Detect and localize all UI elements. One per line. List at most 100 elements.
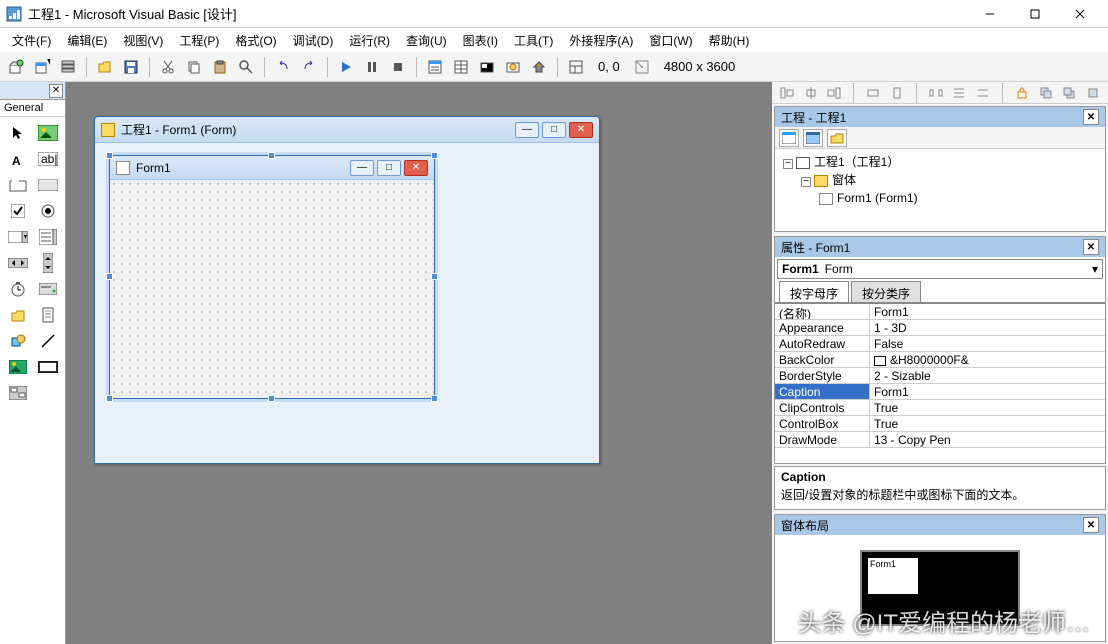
form-maximize-button[interactable]: □ [377, 160, 401, 176]
menu-project[interactable]: 工程(P) [171, 29, 227, 52]
object-browser-button[interactable] [501, 55, 525, 79]
tool-shape[interactable] [4, 329, 32, 353]
menu-format[interactable]: 格式(O) [227, 29, 284, 52]
align-left-icon[interactable] [778, 84, 796, 102]
menu-window[interactable]: 窗口(W) [641, 29, 700, 52]
tool-combobox[interactable] [4, 225, 32, 249]
order2-icon[interactable] [1060, 84, 1078, 102]
designer-close-button[interactable]: ✕ [569, 122, 593, 138]
resize-handle[interactable] [431, 395, 438, 402]
resize-handle[interactable] [268, 152, 275, 159]
property-row[interactable]: CaptionForm1 [775, 384, 1105, 400]
property-row[interactable]: (名称)Form1 [775, 304, 1105, 320]
undo-button[interactable] [271, 55, 295, 79]
find-button[interactable] [234, 55, 258, 79]
tree-project[interactable]: 工程1（工程1） [814, 155, 899, 169]
view-object-button[interactable] [803, 129, 823, 147]
toggle-folders-button[interactable] [827, 129, 847, 147]
resize-handle[interactable] [106, 152, 113, 159]
start-button[interactable] [334, 55, 358, 79]
property-row[interactable]: AutoRedrawFalse [775, 336, 1105, 352]
maximize-button[interactable] [1012, 0, 1057, 28]
menu-tools[interactable]: 工具(T) [506, 29, 561, 52]
form-layout-button[interactable] [475, 55, 499, 79]
resize-handle[interactable] [431, 273, 438, 280]
property-row[interactable]: ClipControlsTrue [775, 400, 1105, 416]
project-panel-close[interactable]: ✕ [1083, 109, 1099, 125]
tool-filelistbox[interactable] [34, 303, 62, 327]
align-right-icon[interactable] [826, 84, 844, 102]
expander-icon[interactable]: − [801, 177, 811, 187]
menu-editor-button[interactable] [56, 55, 80, 79]
property-row[interactable]: Appearance1 - 3D [775, 320, 1105, 336]
tool-ole[interactable] [4, 381, 32, 405]
add-item-button[interactable]: ▾ [30, 55, 54, 79]
project-explorer-button[interactable] [423, 55, 447, 79]
height-icon[interactable] [888, 84, 906, 102]
dropdown-icon[interactable]: ▾ [1092, 262, 1098, 276]
tool-listbox[interactable] [34, 225, 62, 249]
tab-alphabetic[interactable]: 按字母序 [779, 281, 849, 302]
tool-textbox[interactable]: ab| [34, 147, 62, 171]
tool-optionbutton[interactable] [34, 199, 62, 223]
toolbox-close-button[interactable]: ✕ [49, 84, 63, 98]
toolbox-tab-general[interactable]: General [0, 100, 65, 117]
toolbox-button[interactable] [527, 55, 551, 79]
vspace-icon[interactable] [950, 84, 968, 102]
add-project-button[interactable] [4, 55, 28, 79]
menu-run[interactable]: 运行(R) [341, 29, 398, 52]
tool-pointer[interactable] [4, 121, 32, 145]
close-button[interactable] [1057, 0, 1102, 28]
tool-frame[interactable] [4, 173, 32, 197]
property-row[interactable]: DrawMode13 - Copy Pen [775, 432, 1105, 448]
property-row[interactable]: BackColor&H8000000F& [775, 352, 1105, 368]
form-canvas[interactable]: Form1 — □ ✕ [109, 155, 435, 399]
resize-handle[interactable] [431, 152, 438, 159]
tree-form[interactable]: Form1 (Form1) [837, 191, 918, 205]
tool-hscrollbar[interactable] [4, 251, 32, 275]
tool-image[interactable] [4, 355, 32, 379]
menu-query[interactable]: 查询(U) [398, 29, 455, 52]
property-row[interactable]: BorderStyle2 - Sizable [775, 368, 1105, 384]
tool-drivelistbox[interactable] [34, 277, 62, 301]
align-center-icon[interactable] [802, 84, 820, 102]
width-icon[interactable] [864, 84, 882, 102]
redo-button[interactable] [297, 55, 321, 79]
properties-object-selector[interactable]: Form1 Form ▾ [777, 259, 1103, 279]
resize-handle[interactable] [106, 273, 113, 280]
menu-view[interactable]: 视图(V) [115, 29, 171, 52]
tab-categorized[interactable]: 按分类序 [851, 281, 921, 302]
menu-file[interactable]: 文件(F) [4, 29, 59, 52]
resize-handle[interactable] [106, 395, 113, 402]
form-minimize-button[interactable]: — [350, 160, 374, 176]
tool-commandbutton[interactable] [34, 173, 62, 197]
end-button[interactable] [386, 55, 410, 79]
properties-panel-close[interactable]: ✕ [1083, 239, 1099, 255]
paste-button[interactable] [208, 55, 232, 79]
copy-button[interactable] [182, 55, 206, 79]
designer-maximize-button[interactable]: □ [542, 122, 566, 138]
design-grid[interactable] [110, 180, 434, 398]
tool-label[interactable]: A [4, 147, 32, 171]
menu-addins[interactable]: 外接程序(A) [561, 29, 641, 52]
vspace2-icon[interactable] [974, 84, 992, 102]
order-icon[interactable] [1037, 84, 1055, 102]
expander-icon[interactable]: − [783, 159, 793, 169]
layout-form-miniature[interactable]: Form1 [868, 558, 918, 594]
menu-debug[interactable]: 调试(D) [285, 29, 342, 52]
tool-vscrollbar[interactable] [34, 251, 62, 275]
hspace-icon[interactable] [927, 84, 945, 102]
tool-picturebox[interactable] [34, 121, 62, 145]
lock-icon[interactable] [1013, 84, 1031, 102]
minimize-button[interactable] [967, 0, 1012, 28]
tree-folder[interactable]: 窗体 [832, 173, 856, 187]
form-designer-window[interactable]: 工程1 - Form1 (Form) — □ ✕ Form1 — □ ✕ [94, 116, 600, 464]
tool-data[interactable] [34, 355, 62, 379]
layout-screen[interactable]: Form1 [860, 550, 1020, 626]
tool-line[interactable] [34, 329, 62, 353]
save-button[interactable] [119, 55, 143, 79]
property-row[interactable]: ControlBoxTrue [775, 416, 1105, 432]
tool-timer[interactable] [4, 277, 32, 301]
menu-help[interactable]: 帮助(H) [701, 29, 758, 52]
layout-panel-close[interactable]: ✕ [1083, 517, 1099, 533]
